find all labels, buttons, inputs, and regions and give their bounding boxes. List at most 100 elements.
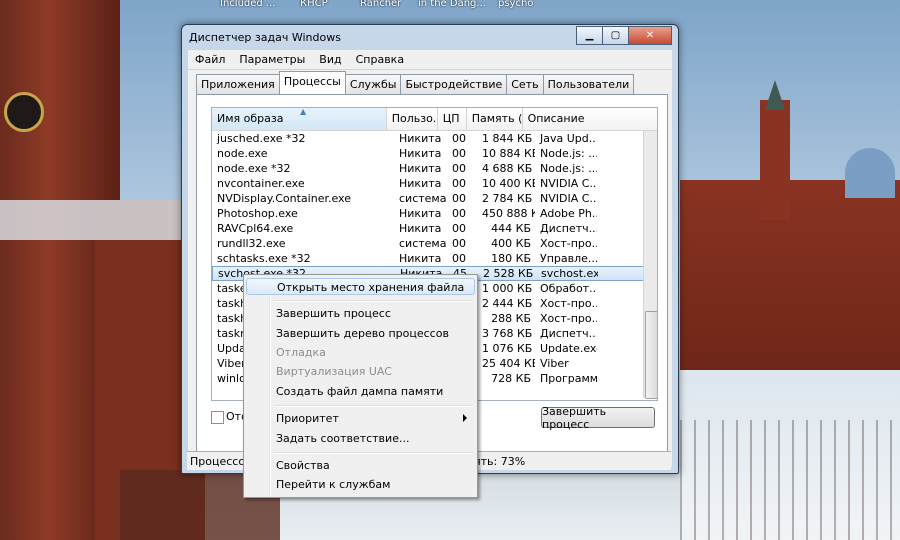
title-bar[interactable]: Диспетчер задач Windows ▁ ▢ ✕ — [182, 25, 678, 49]
menu-item-label: Задать соответствие... — [276, 432, 410, 445]
status-memory: ять: 73% — [474, 455, 526, 468]
menu-go-to-services[interactable]: Перейти к службам — [246, 476, 475, 494]
menu-uac-virtualization[interactable]: Виртуализация UAC — [246, 363, 475, 381]
cell-user: Никита — [399, 207, 442, 220]
cell-mem: 1 076 КБ — [482, 342, 533, 355]
cell-user: Никита — [399, 222, 442, 235]
menu-item-label: Свойства — [276, 459, 330, 472]
table-row[interactable]: jusched.exe *32 Никита 00 1 844 КБ Java Upd.… — [212, 131, 644, 146]
table-row[interactable]: rundll32.exe система 00 400 КБ Хост-про... — [212, 236, 644, 251]
desktop-window-titles: Included ... КНСР Rancher in the Dang...… — [0, 0, 900, 12]
column-user[interactable]: Пользо... — [387, 108, 438, 130]
show-all-processes-checkbox[interactable] — [211, 411, 224, 424]
cell-desc: Хост-про... — [540, 312, 597, 325]
cell-cpu: 00 — [452, 252, 466, 265]
desktop-title-1[interactable]: Included ... — [220, 0, 275, 9]
menu-separator — [274, 300, 473, 302]
sort-up-icon: ▲ — [300, 108, 307, 116]
maximize-button[interactable]: ▢ — [602, 26, 629, 45]
cell-desc: Adobe Ph... — [540, 207, 597, 220]
scrollbar-thumb[interactable] — [645, 311, 657, 399]
cell-desc: Обработ... — [540, 282, 597, 295]
desktop-title-4[interactable]: in the Dang... — [418, 0, 486, 9]
caption-buttons: ▁ ▢ ✕ — [576, 26, 672, 45]
cell-desc: Viber — [540, 357, 569, 370]
cell-user: Никита — [399, 147, 442, 160]
cell-desc: Диспетч... — [540, 222, 597, 235]
menu-set-affinity[interactable]: Задать соответствие... — [246, 430, 475, 448]
menu-item-label: Перейти к службам — [276, 478, 391, 491]
menu-end-process[interactable]: Завершить процесс — [246, 305, 475, 323]
cell-desc: svchost.exe — [541, 267, 598, 280]
menu-separator — [274, 405, 473, 407]
cell-desc: Node.js: ... — [540, 147, 597, 160]
historical-museum — [680, 180, 900, 380]
tab-users[interactable]: Пользователи — [542, 74, 635, 94]
desktop-title-3[interactable]: Rancher — [360, 0, 401, 9]
menu-item-label: Открыть место хранения файла — [277, 281, 465, 294]
menu-item-label: Завершить дерево процессов — [276, 327, 449, 340]
table-row[interactable]: Photoshop.exe Никита 00 450 888 КБ Adobe Ph.… — [212, 206, 644, 221]
cell-mem: 288 КБ — [491, 312, 531, 325]
cell-mem: 10 400 КБ — [482, 177, 535, 190]
menu-view[interactable]: Вид — [312, 50, 348, 69]
menu-help[interactable]: Справка — [349, 50, 411, 69]
maximize-icon: ▢ — [610, 30, 621, 41]
cell-user: Никита — [399, 252, 442, 265]
menu-end-process-tree[interactable]: Завершить дерево процессов — [246, 325, 475, 343]
menu-priority[interactable]: Приоритет — [246, 410, 475, 428]
museum-tower — [760, 100, 790, 220]
cell-desc: Update.exe — [540, 342, 597, 355]
minimize-button[interactable]: ▁ — [576, 26, 603, 45]
column-description[interactable]: Описание — [523, 108, 657, 130]
cell-mem: 1 844 КБ — [482, 132, 533, 145]
menu-debug[interactable]: Отладка — [246, 344, 475, 362]
tab-network[interactable]: Сеть — [506, 74, 544, 94]
table-row[interactable]: schtasks.exe *32 Никита 00 180 КБ Управле... — [212, 251, 644, 266]
table-row[interactable]: RAVCpl64.exe Никита 00 444 КБ Диспетч... — [212, 221, 644, 236]
cell-cpu: 00 — [452, 192, 466, 205]
menu-options[interactable]: Параметры — [232, 50, 312, 69]
minimize-icon: ▁ — [585, 30, 594, 41]
desktop-title-2[interactable]: КНСР — [300, 0, 328, 9]
cell-mem: 2 444 КБ — [482, 297, 533, 310]
table-row[interactable]: nvcontainer.exe Никита 00 10 400 КБ NVIDIA C… — [212, 176, 644, 191]
cell-desc: Диспетч... — [540, 327, 597, 340]
cell-mem: 10 884 КБ — [482, 147, 535, 160]
menu-file[interactable]: Файл — [188, 50, 232, 69]
table-row[interactable]: NVDisplay.Container.exe система 00 2 784 КБ… — [212, 191, 644, 206]
cell-cpu: 00 — [452, 237, 466, 250]
tab-performance[interactable]: Быстродействие — [400, 74, 508, 94]
column-image-name-label: Имя образа — [217, 112, 284, 125]
tab-services[interactable]: Службы — [344, 74, 402, 94]
cell-desc: Java Upd... — [540, 132, 597, 145]
cell-mem: 728 КБ — [491, 372, 531, 385]
cell-desc: Хост-про... — [540, 297, 597, 310]
menu-open-file-location[interactable]: Открыть место хранения файла — [246, 278, 475, 295]
cell-name: NVDisplay.Container.exe — [217, 192, 351, 205]
cell-mem: 1 000 КБ — [482, 282, 533, 295]
table-header: ▲ Имя образа Пользо... ЦП Память (... Оп… — [212, 108, 657, 131]
context-menu: Открыть место хранения файла Завершить п… — [243, 274, 478, 498]
end-process-button[interactable]: Завершить процесс — [541, 405, 655, 431]
desktop-title-5[interactable]: psycho — [498, 0, 533, 9]
tab-applications[interactable]: Приложения — [196, 74, 280, 94]
cell-mem: 400 КБ — [491, 237, 531, 250]
table-row[interactable]: node.exe Никита 00 10 884 КБ Node.js: ... — [212, 146, 644, 161]
cell-mem: 180 КБ — [491, 252, 531, 265]
tab-processes[interactable]: Процессы — [278, 71, 346, 94]
vertical-scrollbar[interactable] — [643, 131, 657, 399]
column-image-name[interactable]: ▲ Имя образа — [212, 108, 387, 130]
cell-user: система — [399, 237, 447, 250]
cell-mem: 2 528 КБ — [483, 267, 534, 280]
menu-properties[interactable]: Свойства — [246, 457, 475, 475]
column-memory[interactable]: Память (... — [467, 108, 523, 130]
column-cpu[interactable]: ЦП — [438, 108, 467, 130]
cell-user: Никита — [399, 162, 442, 175]
close-button[interactable]: ✕ — [628, 26, 672, 45]
cell-name: nvcontainer.exe — [217, 177, 305, 190]
menu-separator — [274, 452, 473, 454]
cell-desc: Управле... — [540, 252, 597, 265]
menu-create-dump-file[interactable]: Создать файл дампа памяти — [246, 383, 475, 401]
table-row[interactable]: node.exe *32 Никита 00 4 688 КБ Node.js: ... — [212, 161, 644, 176]
